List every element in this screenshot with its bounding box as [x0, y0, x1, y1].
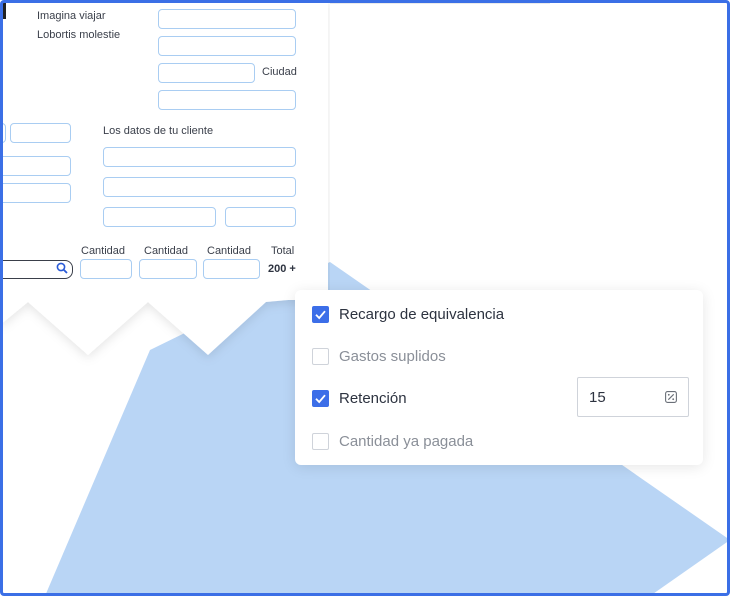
sender-line-2: Lobortis molestie	[37, 29, 121, 41]
client-field-3	[103, 207, 216, 227]
top-edge-strip	[330, 0, 550, 4]
retencion-percent-input[interactable]: 15	[577, 377, 689, 417]
gastos-suplidos-label: Gastos suplidos	[339, 348, 446, 365]
postal-code-field	[158, 63, 255, 83]
retencion-label: Retención	[339, 390, 407, 407]
column-header-2: Cantidad	[144, 245, 189, 257]
product-search-input	[0, 260, 73, 279]
column-header-1: Cantidad	[81, 245, 126, 257]
cantidad-pagada-label: Cantidad ya pagada	[339, 433, 474, 450]
search-icon	[56, 262, 68, 274]
left-field-2	[0, 156, 71, 176]
cantidad-pagada-checkbox[interactable]	[312, 433, 329, 450]
client-field-1	[103, 147, 296, 167]
option-cantidad-pagada[interactable]: Cantidad ya pagada	[295, 426, 555, 456]
retencion-checkbox[interactable]	[312, 390, 329, 407]
client-title: Los datos de tu cliente	[103, 125, 214, 137]
sender-line-1: Imagina viajar	[37, 10, 106, 22]
recargo-checkbox[interactable]	[312, 306, 329, 323]
check-icon	[315, 394, 326, 404]
sender-field-3	[158, 90, 296, 110]
invoice-options-panel: Recargo de equivalencia Gastos suplidos …	[295, 290, 703, 465]
percent-icon	[665, 391, 677, 403]
retencion-value: 15	[589, 389, 606, 406]
text-cursor	[3, 3, 6, 19]
left-field-1	[10, 123, 71, 143]
left-field-stub	[0, 123, 6, 143]
quantity-field-1	[80, 259, 132, 279]
sender-field-2	[158, 36, 296, 56]
quantity-field-3	[203, 259, 260, 279]
sender-field-1	[158, 9, 296, 29]
check-icon	[315, 310, 326, 320]
column-header-3: Cantidad	[207, 245, 252, 257]
left-field-3	[0, 183, 71, 203]
option-gastos-suplidos[interactable]: Gastos suplidos	[295, 341, 555, 371]
total-header: Total	[271, 245, 295, 257]
option-retencion[interactable]: Retención	[295, 383, 555, 413]
option-recargo[interactable]: Recargo de equivalencia	[295, 299, 555, 329]
city-label: Ciudad	[262, 66, 297, 78]
quantity-field-2	[139, 259, 197, 279]
total-value: 200 +	[268, 263, 296, 275]
invoice-preview: Imagina viajar Lobortis molestie Ciudad …	[0, 0, 330, 360]
client-field-2	[103, 177, 296, 197]
gastos-suplidos-checkbox[interactable]	[312, 348, 329, 365]
client-field-4	[225, 207, 296, 227]
recargo-label: Recargo de equivalencia	[339, 306, 505, 323]
